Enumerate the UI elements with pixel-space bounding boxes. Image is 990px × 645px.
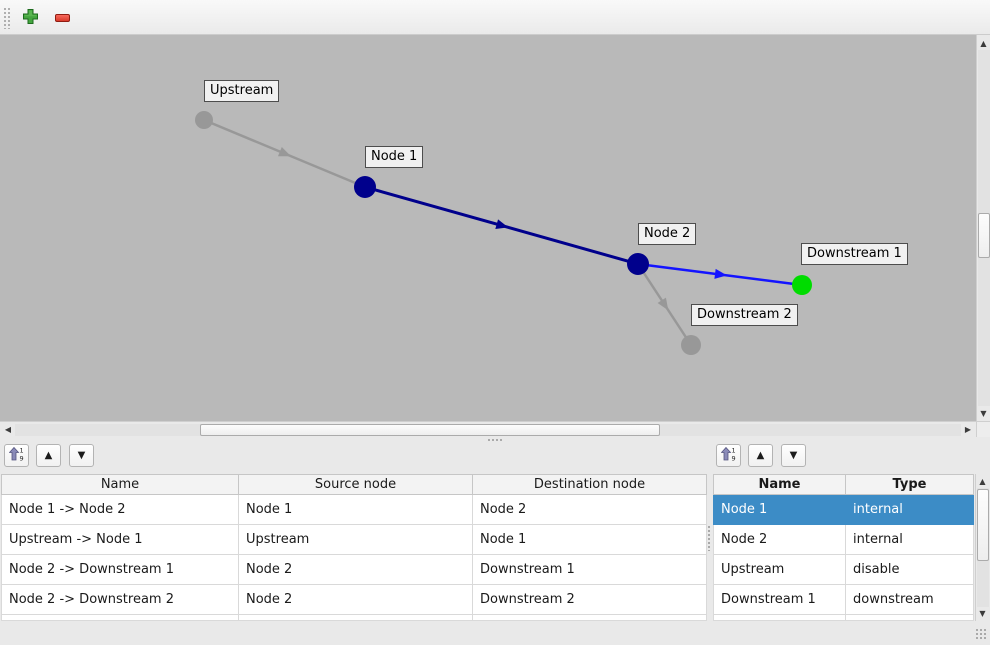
vscroll-thumb[interactable] (977, 489, 989, 561)
cell-name[interactable]: Node 2 (714, 525, 846, 555)
connections-move-up-button[interactable]: ▲ (36, 444, 61, 467)
window-resize-grip[interactable] (975, 628, 988, 641)
scroll-up-icon[interactable]: ▲ (976, 475, 989, 488)
scroll-down-icon[interactable]: ▼ (977, 406, 990, 420)
connections-header-row: Name Source node Destination node (2, 475, 707, 495)
graph-svg (0, 35, 976, 421)
graph-node-downstream-1[interactable] (792, 275, 812, 295)
cell-type[interactable]: disable (846, 555, 974, 585)
vscroll-thumb[interactable] (978, 213, 990, 258)
cell-source[interactable]: Node 2 (239, 585, 473, 615)
table-row[interactable]: Node 1 internal (714, 495, 974, 525)
table-row[interactable]: Node 1 -> Node 2 Node 1 Node 2 (2, 495, 707, 525)
remove-button[interactable] (51, 7, 73, 29)
graph-panel: Upstream Node 1 Node 2 Downstream 1 Downstre… (0, 35, 990, 437)
hscroll-thumb[interactable] (200, 424, 660, 436)
cell-name[interactable]: Node 1 (714, 495, 846, 525)
table-row[interactable]: Upstream -> Node 1 Upstream Node 1 (2, 525, 707, 555)
cell-destination[interactable]: Node 1 (473, 525, 707, 555)
table-row[interactable]: Upstream disable (714, 555, 974, 585)
nodes-header-row: Name Type (714, 475, 974, 495)
cell-type[interactable]: internal (846, 525, 974, 555)
horizontal-splitter-grip[interactable] (487, 438, 503, 443)
edge-arrow-icon (714, 269, 727, 280)
scrollbar-corner (976, 421, 990, 437)
connections-sort-button[interactable]: 1 9 (4, 444, 29, 467)
nodes-sort-button[interactable]: 1 9 (716, 444, 741, 467)
sort-ascending-icon: 1 9 (721, 446, 737, 465)
empty-row (2, 615, 707, 621)
cell-source[interactable]: Node 1 (239, 495, 473, 525)
graph-node-node-1[interactable] (354, 176, 376, 198)
cell-name[interactable]: Node 2 -> Downstream 1 (2, 555, 239, 585)
svg-text:9: 9 (731, 455, 735, 463)
edge-arrow-icon (658, 298, 673, 314)
edge-arrow-icon (278, 147, 293, 161)
graph-vscrollbar[interactable]: ▲ ▼ (976, 35, 990, 421)
cell-type[interactable]: internal (846, 495, 974, 525)
scroll-right-icon[interactable]: ▶ (961, 423, 975, 436)
graph-canvas[interactable]: Upstream Node 1 Node 2 Downstream 1 Downstre… (0, 35, 976, 421)
node-label-upstream[interactable]: Upstream (204, 80, 279, 102)
triangle-down-icon: ▼ (78, 450, 86, 461)
sort-ascending-icon: 1 9 (9, 446, 25, 465)
node-label-node-2[interactable]: Node 2 (638, 223, 696, 245)
connections-move-down-button[interactable]: ▼ (69, 444, 94, 467)
triangle-down-icon: ▼ (790, 450, 798, 461)
table-row[interactable]: Node 2 internal (714, 525, 974, 555)
empty-row (714, 615, 974, 621)
scroll-up-icon[interactable]: ▲ (977, 36, 990, 50)
connections-table: Name Source node Destination node Node 1… (1, 474, 707, 621)
column-header[interactable]: Destination node (473, 475, 707, 495)
svg-text:1: 1 (731, 447, 735, 455)
graph-node-downstream-2[interactable] (681, 335, 701, 355)
node-label-downstream-1[interactable]: Downstream 1 (801, 243, 908, 265)
cell-name[interactable]: Node 1 -> Node 2 (2, 495, 239, 525)
plus-icon (22, 8, 39, 29)
add-button[interactable] (19, 7, 41, 29)
triangle-up-icon: ▲ (45, 450, 53, 461)
table-row[interactable]: Node 2 -> Downstream 2 Node 2 Downstream… (2, 585, 707, 615)
cell-name[interactable]: Upstream -> Node 1 (2, 525, 239, 555)
main-toolbar (0, 0, 990, 35)
cell-destination[interactable]: Downstream 1 (473, 555, 707, 585)
vertical-splitter-grip[interactable] (707, 525, 712, 551)
nodes-table: Name Type Node 1 internal Node 2 interna… (713, 474, 974, 621)
cell-type[interactable]: downstream (846, 585, 974, 615)
column-header[interactable]: Name (714, 475, 846, 495)
graph-node-node-2[interactable] (627, 253, 649, 275)
triangle-up-icon: ▲ (757, 450, 765, 461)
nodes-move-up-button[interactable]: ▲ (748, 444, 773, 467)
cell-source[interactable]: Node 2 (239, 555, 473, 585)
column-header[interactable]: Type (846, 475, 974, 495)
cell-destination[interactable]: Node 2 (473, 495, 707, 525)
scroll-down-icon[interactable]: ▼ (976, 607, 989, 620)
cell-name[interactable]: Upstream (714, 555, 846, 585)
node-label-downstream-2[interactable]: Downstream 2 (691, 304, 798, 326)
cell-name[interactable]: Downstream 1 (714, 585, 846, 615)
cell-destination[interactable]: Downstream 2 (473, 585, 707, 615)
column-header[interactable]: Name (2, 475, 239, 495)
svg-text:1: 1 (19, 447, 23, 455)
column-header[interactable]: Source node (239, 475, 473, 495)
cell-name[interactable]: Node 2 -> Downstream 2 (2, 585, 239, 615)
minus-icon (55, 14, 70, 22)
nodes-table-scrollbar[interactable]: ▲ ▼ (975, 474, 989, 621)
cell-source[interactable]: Upstream (239, 525, 473, 555)
table-row[interactable]: Node 2 -> Downstream 1 Node 2 Downstream… (2, 555, 707, 585)
toolbar-drag-handle[interactable] (3, 7, 10, 29)
nodes-move-down-button[interactable]: ▼ (781, 444, 806, 467)
node-label-node-1[interactable]: Node 1 (365, 146, 423, 168)
svg-text:9: 9 (19, 455, 23, 463)
scroll-left-icon[interactable]: ◀ (1, 423, 15, 436)
graph-node-upstream[interactable] (195, 111, 213, 129)
graph-hscrollbar[interactable]: ◀ ▶ (0, 421, 976, 437)
table-row[interactable]: Downstream 1 downstream (714, 585, 974, 615)
